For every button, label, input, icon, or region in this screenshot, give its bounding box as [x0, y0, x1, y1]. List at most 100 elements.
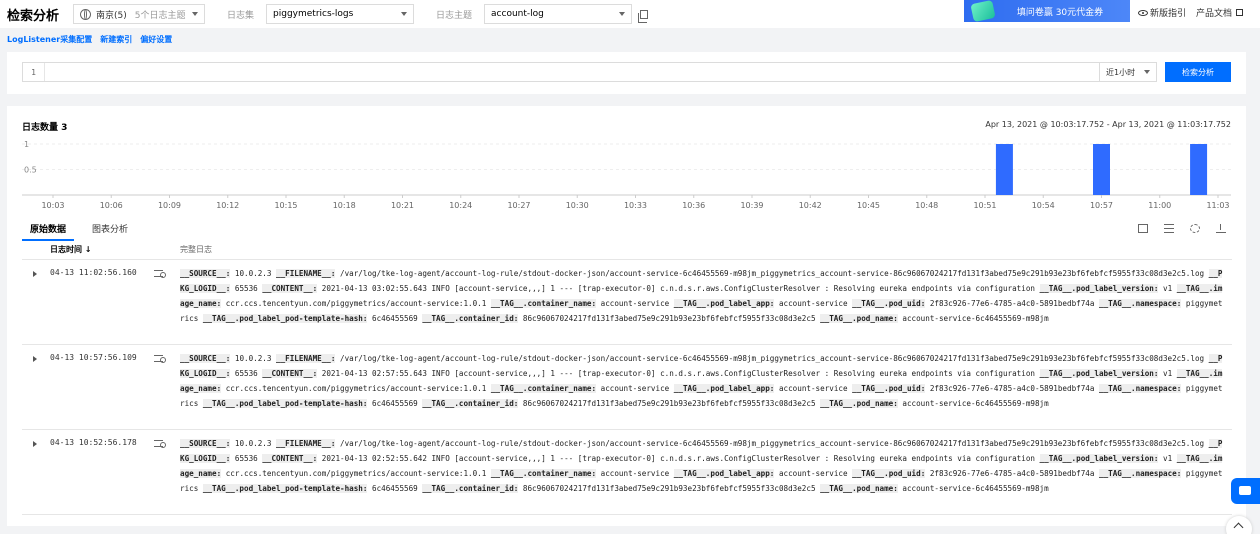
- log-field-key: __TAG__.pod_label_pod-template-hash:: [202, 484, 368, 493]
- copy-icon[interactable]: [638, 9, 649, 23]
- guide-label: 新版指引: [1150, 9, 1187, 19]
- log-field-value: 65536: [230, 369, 263, 378]
- chevron-down-icon: [192, 12, 199, 16]
- x-tick-label: 11:00: [1148, 201, 1171, 210]
- logset-label: 日志集: [227, 10, 255, 21]
- table-row[interactable]: 04-13 11:02:56.160 __SOURCE__: 10.0.2.3 _…: [22, 260, 1232, 345]
- context-search-icon[interactable]: [154, 440, 166, 448]
- log-field-value: 65536: [230, 284, 263, 293]
- expand-arrow-icon[interactable]: [33, 356, 37, 362]
- chevron-down-icon: [1144, 70, 1150, 74]
- log-field-key: __FILENAME__:: [276, 354, 336, 363]
- log-field-key: __SOURCE__:: [180, 439, 231, 448]
- result-tabs: 原始数据 图表分析: [22, 222, 146, 241]
- x-tick-label: 10:51: [973, 201, 996, 210]
- survey-banner[interactable]: 填问卷赢 30元代金券: [964, 0, 1130, 23]
- log-field-key: __TAG__.pod_name:: [820, 399, 898, 408]
- expand-arrow-icon[interactable]: [33, 271, 37, 277]
- log-field-value: v1: [1158, 369, 1177, 378]
- log-content: __SOURCE__: 10.0.2.3 __FILENAME__: /var/…: [180, 351, 1226, 411]
- loglistener-config-link[interactable]: LogListener采集配置: [7, 34, 92, 45]
- log-content: __SOURCE__: 10.0.2.3 __FILENAME__: /var/…: [180, 436, 1226, 496]
- chat-icon: [1239, 486, 1251, 495]
- product-docs-link[interactable]: 产品文档: [1196, 6, 1244, 19]
- topic-select[interactable]: account-log: [484, 4, 633, 24]
- new-guide-link[interactable]: 新版指引: [1138, 6, 1186, 19]
- x-tick-label: 10:09: [158, 201, 181, 210]
- log-field-key: __TAG__.pod_uid:: [852, 469, 926, 478]
- table-tools: [1138, 224, 1226, 233]
- log-field-value: 10.0.2.3: [230, 354, 277, 363]
- globe-icon: [80, 8, 92, 20]
- x-tick-label: 10:36: [682, 201, 705, 210]
- expand-arrow-icon[interactable]: [33, 441, 37, 447]
- log-field-value: account-service: [774, 384, 853, 393]
- scroll-top-button[interactable]: [1226, 516, 1252, 534]
- context-search-icon[interactable]: [154, 355, 166, 363]
- log-field-value: 10.0.2.3: [230, 269, 277, 278]
- search-button[interactable]: 检索分析: [1165, 62, 1231, 82]
- log-field-value: /var/log/tke-log-agent/account-log-rule/…: [335, 269, 1209, 278]
- log-field-key: __SOURCE__:: [180, 354, 231, 363]
- table-row[interactable]: 04-13 10:52:56.178 __SOURCE__: 10.0.2.3 _…: [22, 430, 1232, 515]
- topic-label: 日志主题: [436, 10, 473, 21]
- log-field-value: 6c46455569: [367, 484, 423, 493]
- x-tick-label: 10:42: [799, 201, 822, 210]
- y-tick-label: 0.5: [24, 166, 37, 175]
- chat-button[interactable]: [1231, 478, 1260, 504]
- log-field-key: __TAG__.pod_label_pod-template-hash:: [202, 399, 368, 408]
- log-field-value: 2f83c926-77e6-4785-a4c0-5891bedbf74a: [925, 384, 1100, 393]
- time-range-select[interactable]: 近1小时: [1099, 62, 1157, 82]
- download-icon[interactable]: [1216, 224, 1226, 233]
- log-time: 04-13 11:02:56.160: [50, 268, 137, 277]
- gear-icon[interactable]: [1190, 224, 1200, 233]
- topic-value: account-log: [491, 9, 544, 19]
- context-search-icon[interactable]: [154, 270, 166, 278]
- chevron-down-icon: [619, 12, 626, 16]
- log-field-key: __TAG__.pod_label_app:: [673, 469, 775, 478]
- region-label: 南京(5): [96, 10, 127, 21]
- table-row[interactable]: 04-13 10:57:56.109 __SOURCE__: 10.0.2.3 _…: [22, 345, 1232, 430]
- tab-chart-analysis[interactable]: 图表分析: [84, 222, 136, 241]
- log-field-value: 6c46455569: [367, 399, 423, 408]
- logset-select[interactable]: piggymetrics-logs: [266, 4, 415, 24]
- log-field-value: 10.0.2.3: [230, 439, 277, 448]
- page-title: 检索分析: [7, 8, 60, 24]
- tab-raw-data[interactable]: 原始数据: [22, 222, 75, 241]
- region-topic-count: 5个日志主题: [134, 10, 186, 21]
- log-field-key: __TAG__.pod_uid:: [852, 299, 926, 308]
- log-field-key: __TAG__.pod_label_version:: [1039, 369, 1159, 378]
- results-panel: 日志数量 3 Apr 13, 2021 @ 10:03:17.752 - Apr…: [7, 106, 1246, 526]
- table-layout-icon[interactable]: [1138, 224, 1148, 233]
- x-tick-label: 10:57: [1090, 201, 1113, 210]
- chart-bar: [1190, 144, 1208, 195]
- log-field-value: account-service-6c46455569-m98jm: [897, 484, 1049, 493]
- log-field-value: ccr.ccs.tencentyun.com/piggymetrics/acco…: [221, 469, 491, 478]
- log-field-value: ccr.ccs.tencentyun.com/piggymetrics/acco…: [221, 384, 491, 393]
- log-field-key: __TAG__.container_name:: [490, 469, 597, 478]
- log-field-key: __SOURCE__:: [180, 269, 231, 278]
- query-editor[interactable]: 1: [22, 62, 1105, 82]
- x-tick-label: 10:39: [740, 201, 763, 210]
- wrap-lines-icon[interactable]: [1164, 224, 1174, 233]
- log-field-value: 2021-04-13 02:57:55.643 INFO [account-se…: [317, 369, 1040, 378]
- log-field-key: __CONTENT__:: [262, 454, 318, 463]
- new-index-link[interactable]: 新建索引: [100, 34, 132, 45]
- log-field-value: 6c46455569: [367, 314, 423, 323]
- preferences-link[interactable]: 偏好设置: [140, 34, 172, 45]
- x-tick-label: 10:33: [624, 201, 647, 210]
- docs-label: 产品文档: [1196, 9, 1233, 19]
- log-field-key: __TAG__.namespace:: [1099, 299, 1182, 308]
- log-field-key: __TAG__.pod_label_app:: [673, 299, 775, 308]
- logset-value: piggymetrics-logs: [273, 9, 354, 19]
- x-tick-label: 10:15: [274, 201, 297, 210]
- gift-icon: [970, 0, 996, 23]
- log-field-value: 86c96067024217fd131f3abed75e9c291b93e23b…: [518, 484, 821, 493]
- col-log-time[interactable]: 日志时间 ↓: [50, 244, 92, 255]
- x-tick-label: 10:24: [449, 201, 472, 210]
- table-header: 日志时间 ↓ 完整日志: [22, 240, 1232, 260]
- log-field-key: __FILENAME__:: [276, 269, 336, 278]
- log-field-key: __TAG__.container_name:: [490, 384, 597, 393]
- x-tick-label: 10:54: [1032, 201, 1055, 210]
- region-selector[interactable]: 南京(5) 5个日志主题: [73, 4, 206, 24]
